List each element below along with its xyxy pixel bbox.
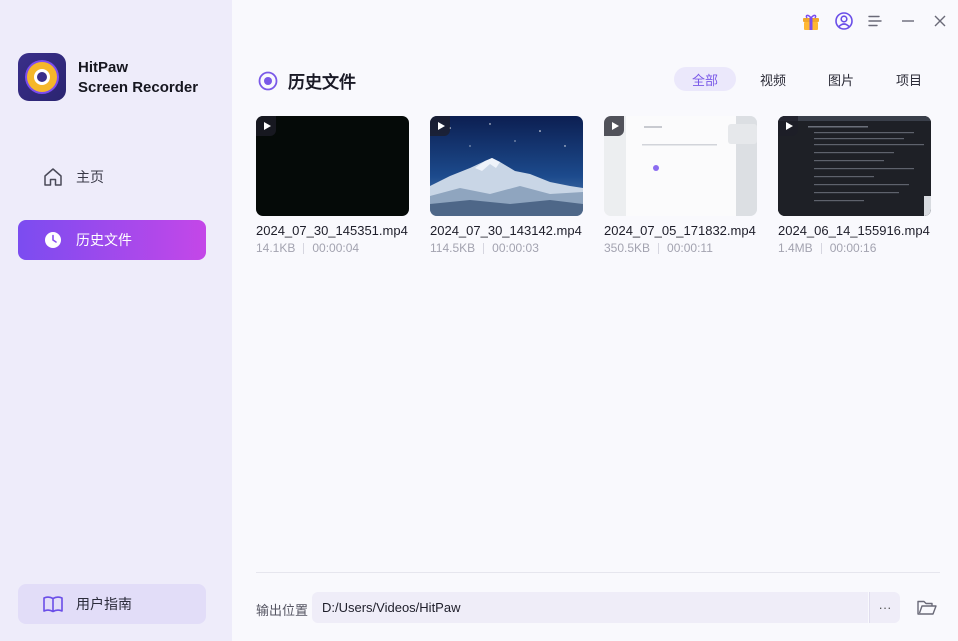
tab-all[interactable]: 全部: [674, 67, 736, 91]
play-icon: [604, 116, 624, 136]
browse-more-button[interactable]: ···: [869, 592, 900, 623]
file-size: 114.5KB: [430, 241, 476, 255]
file-name: 2024_07_05_171832.mp4: [604, 223, 756, 238]
page-title: 历史文件: [258, 68, 356, 93]
file-card[interactable]: 2024_07_30_143142.mp4 114.5KB 00:00:03: [430, 116, 583, 255]
user-guide-label: 用户指南: [76, 596, 132, 612]
open-folder-icon[interactable]: [916, 597, 938, 619]
file-card[interactable]: 2024_07_05_171832.mp4 350.5KB 00:00:11: [604, 116, 757, 255]
file-meta: 14.1KB 00:00:04: [256, 241, 409, 255]
file-duration: 00:00:04: [312, 241, 360, 255]
output-location-label: 输出位置: [256, 603, 309, 618]
file-duration: 00:00:16: [829, 241, 877, 255]
sidebar-item-label: 主页: [76, 169, 104, 185]
sidebar-item-home[interactable]: 主页: [18, 157, 206, 197]
file-size: 14.1KB: [256, 241, 296, 255]
sidebar-item-history[interactable]: 历史文件: [18, 220, 206, 260]
output-path-field[interactable]: D:/Users/Videos/HitPaw: [312, 592, 868, 623]
footer-divider: [256, 572, 940, 573]
video-thumbnail[interactable]: [430, 116, 583, 216]
close-icon[interactable]: [929, 10, 951, 32]
home-icon: [42, 166, 64, 188]
play-icon: [778, 116, 798, 136]
brand-name: HitPaw: [78, 59, 129, 76]
file-meta: 1.4MB 00:00:16: [778, 241, 931, 255]
tab-video[interactable]: 视频: [736, 67, 810, 91]
app-brand: HitPaw Screen Recorder: [78, 58, 198, 98]
account-icon[interactable]: [833, 10, 855, 32]
minimize-icon[interactable]: [897, 10, 919, 32]
clock-icon: [42, 229, 64, 251]
play-icon: [430, 116, 450, 136]
file-meta: 114.5KB 00:00:03: [430, 241, 583, 255]
file-duration: 00:00:11: [667, 241, 713, 255]
page-title-text: 历史文件: [288, 73, 356, 92]
file-name: 2024_07_30_143142.mp4: [430, 223, 582, 238]
file-size: 1.4MB: [778, 241, 813, 255]
video-thumbnail[interactable]: [778, 116, 931, 216]
video-thumbnail[interactable]: [256, 116, 409, 216]
file-name: 2024_06_14_155916.mp4: [778, 223, 930, 238]
sidebar: HitPaw Screen Recorder 主页 历史文件 用户指南: [0, 0, 232, 641]
file-card[interactable]: 2024_07_30_145351.mp4 14.1KB 00:00:04: [256, 116, 409, 255]
file-meta: 350.5KB 00:00:11: [604, 241, 757, 255]
file-size: 350.5KB: [604, 241, 651, 255]
app-logo: [18, 53, 66, 101]
file-name: 2024_07_30_145351.mp4: [256, 223, 408, 238]
video-thumbnail[interactable]: [604, 116, 757, 216]
play-icon: [256, 116, 276, 136]
gift-icon[interactable]: [800, 10, 822, 32]
tab-image[interactable]: 图片: [810, 67, 872, 91]
brand-product: Screen Recorder: [78, 79, 199, 96]
file-duration: 00:00:03: [492, 241, 539, 255]
menu-icon[interactable]: [864, 10, 886, 32]
sidebar-item-label: 历史文件: [76, 232, 132, 248]
filter-tabs: 全部 视频 图片 项目: [674, 67, 946, 91]
user-guide-button[interactable]: 用户指南: [18, 584, 206, 624]
tab-project[interactable]: 项目: [872, 67, 946, 91]
book-icon: [42, 593, 64, 615]
target-icon: [258, 71, 278, 90]
file-card[interactable]: 2024_06_14_155916.mp4 1.4MB 00:00:16: [778, 116, 931, 255]
